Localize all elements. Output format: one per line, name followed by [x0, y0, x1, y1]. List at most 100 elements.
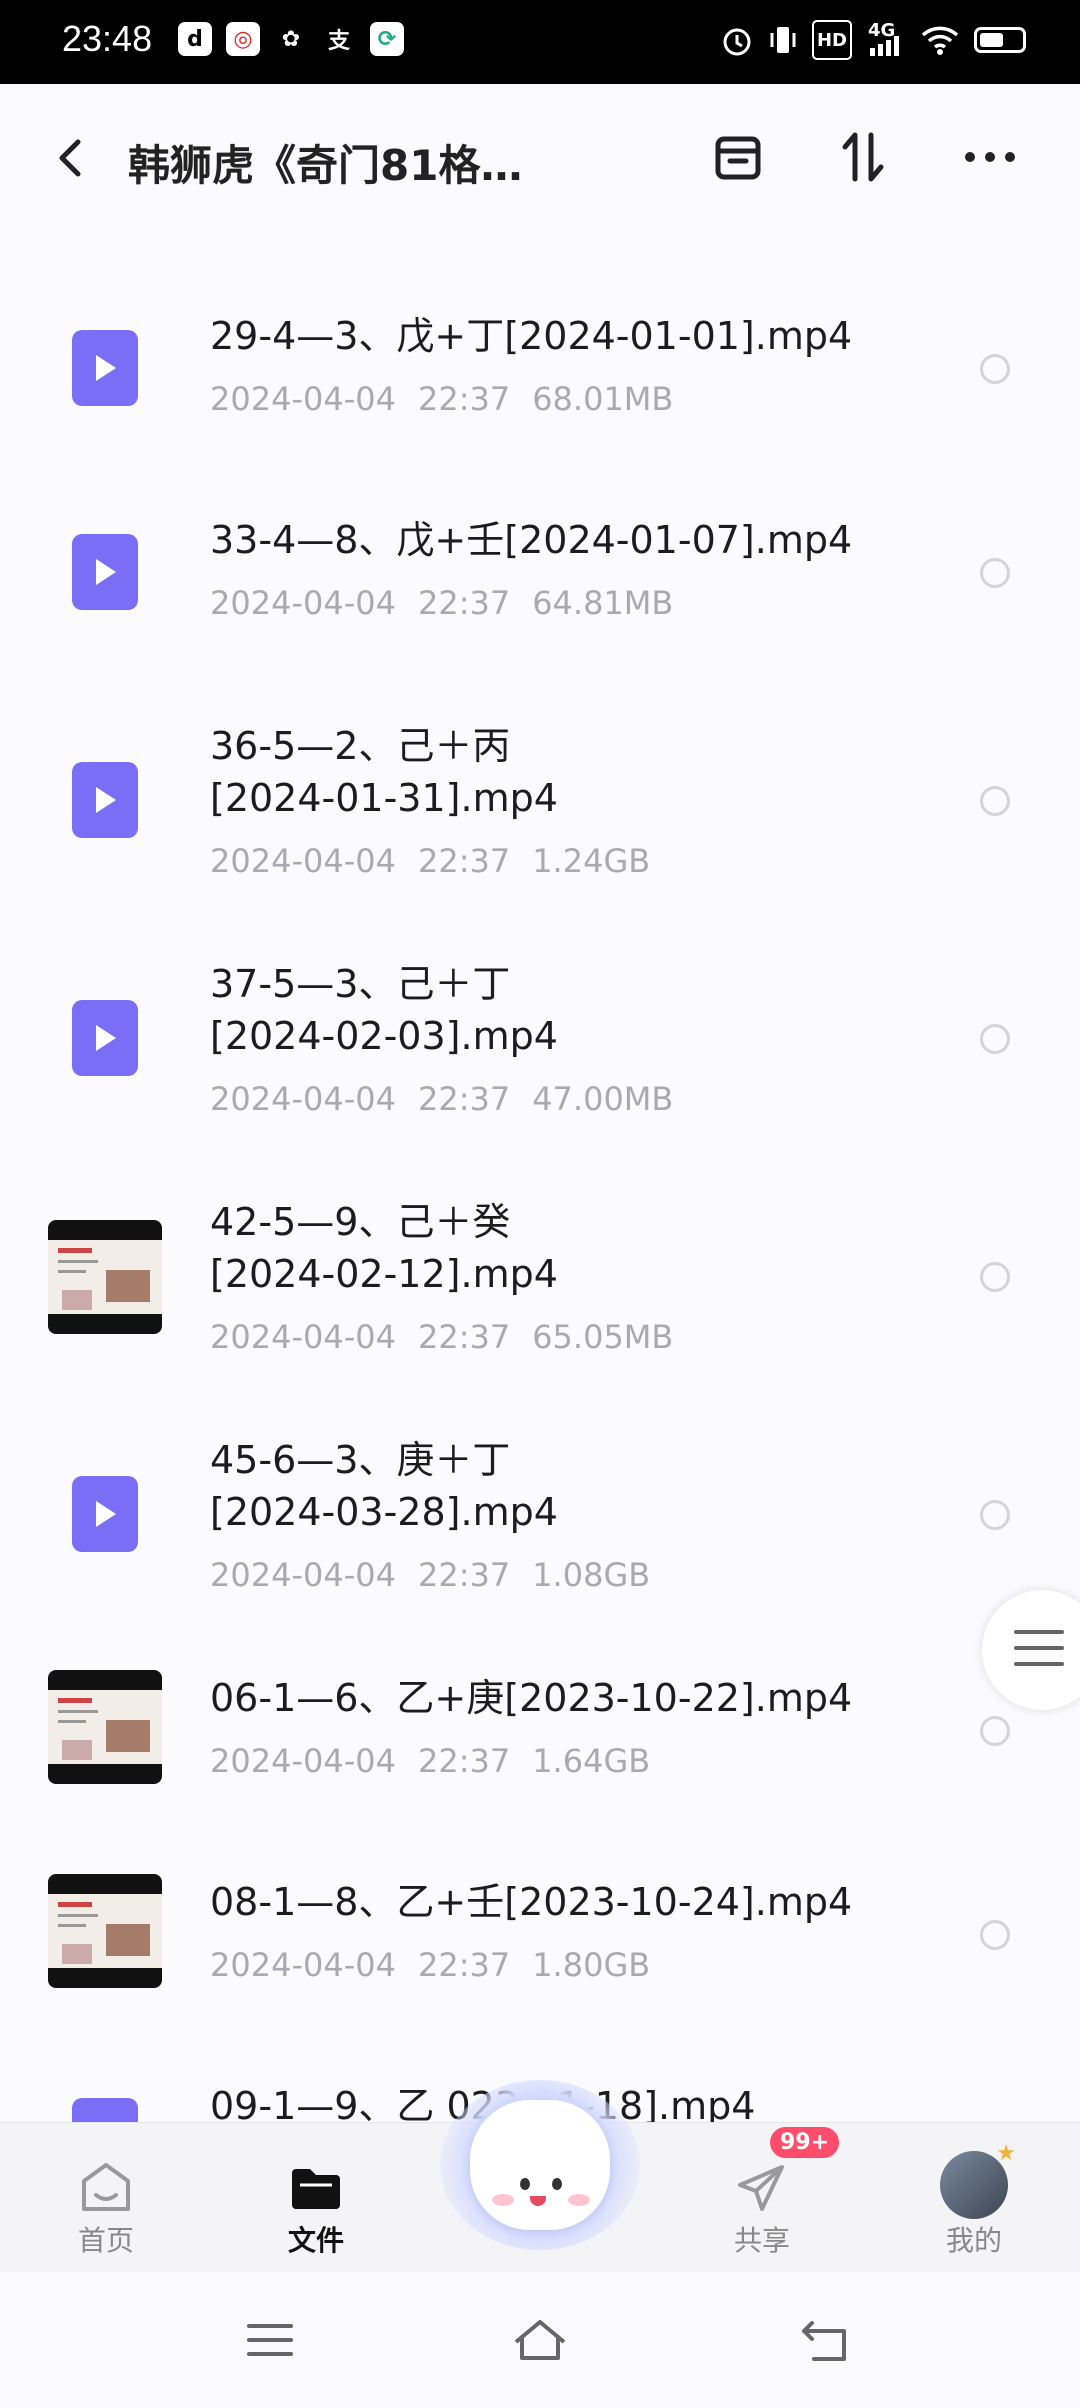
- file-size: 1.08GB: [532, 1556, 651, 1594]
- file-meta: 2024-04-04 22:37 1.24GB: [210, 842, 672, 880]
- home-icon[interactable]: [505, 2312, 575, 2368]
- hd-icon: HD: [811, 20, 852, 60]
- vibrate-icon: [768, 22, 798, 58]
- battery-icon: [974, 22, 1026, 58]
- file-date: 2024-04-04: [210, 1742, 396, 1780]
- tab-label: 首页: [77, 2224, 134, 2257]
- file-name: 29-4—3、戊+丁[2024-01-01].mp4: [210, 314, 853, 358]
- file-meta: 2024-04-04 22:37 65.05MB: [210, 1318, 695, 1356]
- file-meta: 2024-04-04 22:37 64.81MB: [210, 584, 695, 622]
- file-name: 06-1—6、乙+庚[2023-10-22].mp4: [210, 1676, 853, 1720]
- file-name: 37-5—3、己＋丁: [210, 962, 511, 1006]
- file-size: 68.01MB: [532, 380, 674, 418]
- back-icon[interactable]: [50, 128, 90, 188]
- file-date: 2024-04-04: [210, 842, 396, 880]
- share-send-icon: [732, 2159, 792, 2223]
- notification-badge: 99+: [770, 2127, 840, 2158]
- file-meta: 2024-04-04 22:37 68.01MB: [210, 380, 695, 418]
- file-time: 22:37: [417, 584, 511, 622]
- file-name-line2: [2024-01-31].mp4: [210, 776, 558, 820]
- file-name: 45-6—3、庚＋丁: [210, 1438, 511, 1482]
- file-meta: 2024-04-04 22:37 1.80GB: [210, 1946, 672, 1984]
- file-date: 2024-04-04: [210, 1080, 396, 1118]
- video-thumbnail: [48, 1670, 162, 1784]
- file-date: 2024-04-04: [210, 1946, 396, 1984]
- more-icon[interactable]: [955, 122, 1025, 192]
- file-date: 2024-04-04: [210, 380, 396, 418]
- file-name-line2: [2024-02-03].mp4: [210, 1014, 558, 1058]
- back-nav-icon[interactable]: [790, 2312, 860, 2368]
- signal-icon: 4G: [866, 22, 906, 58]
- file-name: 42-5—9、己＋癸: [210, 1200, 511, 1244]
- video-thumbnail: [48, 1220, 162, 1334]
- file-date: 2024-04-04: [210, 1556, 396, 1594]
- video-thumbnail: [48, 1874, 162, 1988]
- system-nav-bar: [0, 2272, 1080, 2408]
- video-file-icon: [72, 762, 138, 838]
- home-face-icon: [76, 2159, 136, 2223]
- select-radio[interactable]: [980, 1920, 1010, 1950]
- select-radio[interactable]: [980, 786, 1010, 816]
- file-time: 22:37: [417, 842, 511, 880]
- tab-profile[interactable]: ★ 我的: [904, 2123, 1044, 2273]
- status-bar: 23:48 d ◎ ✿ 支 ⟳ HD 4G: [0, 0, 1080, 84]
- status-time: 23:48: [62, 18, 153, 59]
- file-time: 22:37: [417, 1556, 511, 1594]
- video-file-icon: [72, 1476, 138, 1552]
- notification-icons: d ◎ ✿ 支 ⟳: [178, 22, 404, 56]
- file-meta: 2024-04-04 22:37 47.00MB: [210, 1080, 695, 1118]
- file-name: 08-1—8、乙+壬[2023-10-24].mp4: [210, 1880, 853, 1924]
- tab-files[interactable]: 文件: [246, 2123, 386, 2273]
- file-time: 22:37: [417, 1946, 511, 1984]
- file-name: 36-5—2、己＋丙: [210, 724, 511, 768]
- tab-label: 我的: [945, 2224, 1002, 2257]
- file-time: 22:37: [417, 1318, 511, 1356]
- tab-label: 共享: [733, 2224, 790, 2257]
- select-radio[interactable]: [980, 1500, 1010, 1530]
- file-time: 22:37: [417, 1080, 511, 1118]
- folder-icon: [286, 2159, 346, 2223]
- file-size: 1.80GB: [532, 1946, 651, 1984]
- archive-icon[interactable]: [703, 122, 773, 192]
- top-bar: 韩狮虎《奇门81格…: [0, 84, 1080, 234]
- recents-icon[interactable]: [235, 2312, 305, 2368]
- select-radio[interactable]: [980, 558, 1010, 588]
- file-size: 47.00MB: [532, 1080, 674, 1118]
- file-size: 1.24GB: [532, 842, 651, 880]
- vpn-icon: ⟳: [370, 22, 404, 56]
- video-file-icon: [72, 1000, 138, 1076]
- bank-icon: ◎: [226, 22, 260, 56]
- alipay-icon: 支: [327, 29, 350, 54]
- file-size: 65.05MB: [532, 1318, 674, 1356]
- system-status-icons: HD 4G: [720, 20, 1026, 60]
- tab-share[interactable]: 99+ 共享: [692, 2123, 840, 2273]
- alarm-icon: [720, 22, 754, 58]
- select-radio[interactable]: [980, 1716, 1010, 1746]
- assistant-mascot-button[interactable]: [430, 2060, 650, 2260]
- tiktok-icon: d: [178, 22, 212, 56]
- file-name-line2: [2024-03-28].mp4: [210, 1490, 558, 1534]
- file-time: 22:37: [417, 1742, 511, 1780]
- sort-icon[interactable]: [828, 122, 898, 192]
- tab-home[interactable]: 首页: [36, 2123, 176, 2273]
- video-file-icon: [72, 330, 138, 406]
- crown-icon: ★: [996, 2141, 1016, 2166]
- side-menu-handle[interactable]: [982, 1590, 1080, 1710]
- file-date: 2024-04-04: [210, 1318, 396, 1356]
- file-size: 1.64GB: [532, 1742, 651, 1780]
- wifi-icon: [920, 22, 960, 58]
- file-meta: 2024-04-04 22:37 1.08GB: [210, 1556, 672, 1594]
- select-radio[interactable]: [980, 354, 1010, 384]
- select-radio[interactable]: [980, 1024, 1010, 1054]
- file-name-line2: [2024-02-12].mp4: [210, 1252, 558, 1296]
- tab-label: 文件: [287, 2224, 344, 2257]
- profile-avatar: ★: [940, 2141, 1016, 2219]
- file-date: 2024-04-04: [210, 584, 396, 622]
- wechat-icon: ✿: [281, 26, 301, 52]
- file-meta: 2024-04-04 22:37 1.64GB: [210, 1742, 672, 1780]
- file-time: 22:37: [417, 380, 511, 418]
- select-radio[interactable]: [980, 1262, 1010, 1292]
- file-size: 64.81MB: [532, 584, 674, 622]
- video-file-icon: [72, 534, 138, 610]
- page-title: 韩狮虎《奇门81格…: [128, 141, 523, 190]
